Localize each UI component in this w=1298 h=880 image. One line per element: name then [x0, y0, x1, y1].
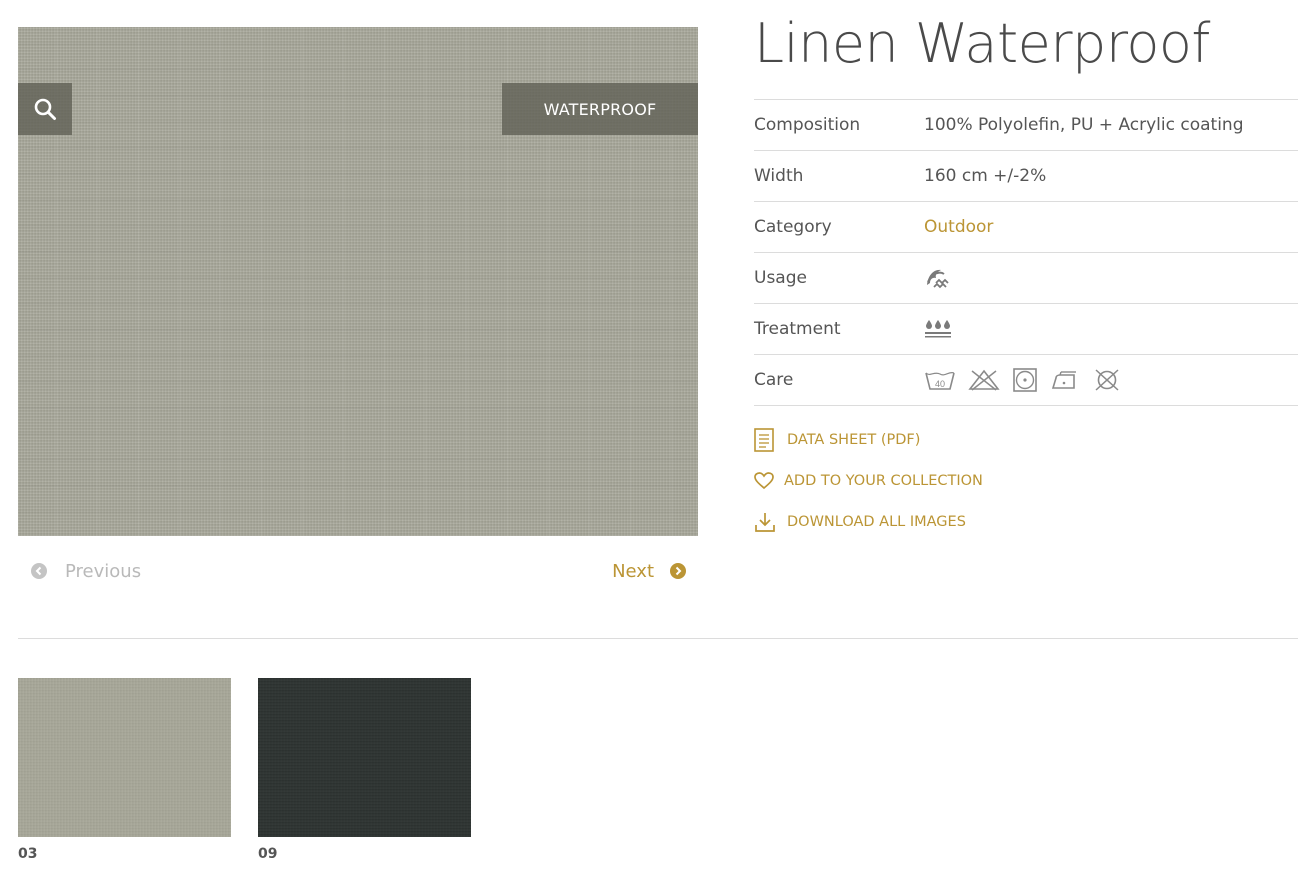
spec-row-usage: Usage	[754, 253, 1298, 304]
usage-value	[924, 265, 952, 291]
iron-icon[interactable]	[1050, 368, 1080, 392]
spec-label: Usage	[754, 268, 807, 288]
waterproof-badge: WATERPROOF	[502, 83, 698, 135]
search-icon	[34, 98, 56, 120]
download-images-label: DOWNLOAD ALL IMAGES	[787, 513, 966, 530]
spec-label: Composition	[754, 115, 861, 135]
category-link[interactable]: Outdoor	[924, 217, 993, 237]
spec-label: Treatment	[754, 319, 841, 339]
download-icon	[754, 511, 778, 533]
wash-40-icon[interactable]: 40	[924, 368, 956, 392]
tumble-dry-icon[interactable]	[1012, 368, 1038, 392]
waterproof-treatment-icon[interactable]	[924, 316, 952, 342]
add-to-collection-link[interactable]: ADD TO YOUR COLLECTION	[754, 467, 983, 494]
heart-icon	[754, 471, 775, 490]
spec-row-width: Width 160 cm +/-2%	[754, 151, 1298, 202]
zoom-button[interactable]	[18, 83, 72, 135]
spec-row-treatment: Treatment	[754, 304, 1298, 355]
variant-swatch[interactable]	[18, 678, 231, 837]
page-title: Linen Waterproof	[754, 12, 1210, 75]
outdoor-usage-icon[interactable]	[924, 265, 952, 291]
svg-text:40: 40	[935, 379, 945, 389]
previous-button[interactable]: Previous	[31, 558, 141, 584]
spec-table: Composition 100% Polyolefin, PU + Acryli…	[754, 99, 1298, 406]
download-images-link[interactable]: DOWNLOAD ALL IMAGES	[754, 508, 983, 535]
chevron-left-icon	[31, 563, 47, 579]
next-button[interactable]: Next	[612, 558, 686, 584]
spec-row-category: Category Outdoor	[754, 202, 1298, 253]
spec-row-composition: Composition 100% Polyolefin, PU + Acryli…	[754, 100, 1298, 151]
variant-code: 09	[258, 846, 278, 862]
variant-item[interactable]: 03	[18, 678, 231, 862]
variant-swatch[interactable]	[258, 678, 471, 837]
care-icons: 40	[924, 368, 1122, 392]
spec-value: 100% Polyolefin, PU + Acrylic coating	[924, 115, 1244, 135]
product-image[interactable]: WATERPROOF	[18, 27, 698, 536]
variant-item[interactable]: 09	[258, 678, 471, 862]
spec-label: Width	[754, 166, 804, 186]
spec-row-care: Care 40	[754, 355, 1298, 406]
document-icon	[754, 427, 778, 452]
no-bleach-icon[interactable]	[968, 368, 1000, 392]
data-sheet-link[interactable]: DATA SHEET (PDF)	[754, 426, 983, 453]
spec-label: Category	[754, 217, 832, 237]
add-to-collection-label: ADD TO YOUR COLLECTION	[784, 472, 983, 489]
product-actions: DATA SHEET (PDF) ADD TO YOUR COLLECTION …	[754, 426, 983, 549]
variant-code: 03	[18, 846, 38, 862]
treatment-value	[924, 316, 952, 342]
spec-label: Care	[754, 370, 794, 390]
data-sheet-label: DATA SHEET (PDF)	[787, 431, 921, 448]
spec-value: 160 cm +/-2%	[924, 166, 1047, 186]
next-label: Next	[612, 560, 654, 582]
section-divider	[18, 638, 1298, 639]
chevron-right-icon	[670, 563, 686, 579]
no-dry-clean-icon[interactable]	[1092, 368, 1122, 392]
previous-label: Previous	[65, 560, 142, 582]
